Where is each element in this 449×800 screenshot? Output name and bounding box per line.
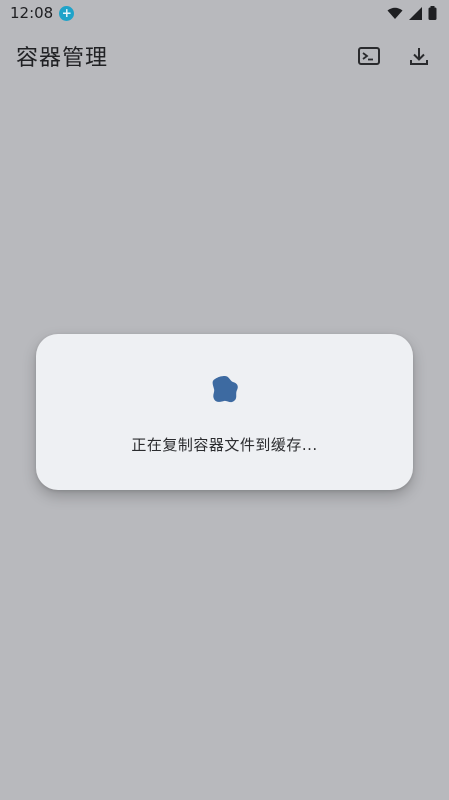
dialog-message: 正在复制容器文件到缓存... xyxy=(131,436,318,454)
progress-dialog: 正在复制容器文件到缓存... xyxy=(36,334,413,490)
status-bar: 12:08 + xyxy=(0,0,449,26)
terminal-icon xyxy=(358,47,380,65)
app-bar: 容器管理 xyxy=(0,30,449,82)
terminal-button[interactable] xyxy=(351,38,387,74)
wifi-icon xyxy=(387,7,403,19)
signal-icon xyxy=(409,6,422,20)
screen-scrim: 12:08 + 容器管理 正在复制容器文件到缓存... xyxy=(0,0,449,800)
plus-badge-icon: + xyxy=(59,5,75,21)
app-actions xyxy=(351,38,437,74)
download-icon xyxy=(410,48,428,65)
battery-icon xyxy=(428,6,437,20)
loading-spinner-icon xyxy=(212,376,238,403)
status-left: 12:08 + xyxy=(10,4,75,22)
status-time: 12:08 xyxy=(10,4,54,22)
status-right xyxy=(387,6,437,20)
download-button[interactable] xyxy=(401,38,437,74)
page-title: 容器管理 xyxy=(16,46,109,71)
